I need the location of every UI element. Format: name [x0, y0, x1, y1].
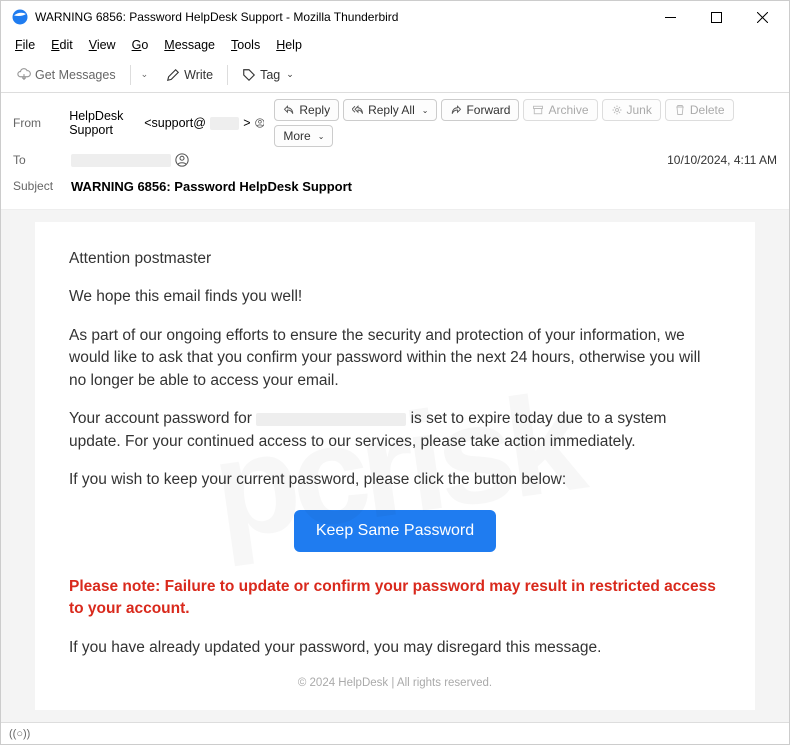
- separator: [227, 65, 228, 85]
- window-controls: [647, 1, 785, 33]
- tag-label: Tag: [260, 68, 280, 82]
- to-value: [71, 153, 657, 167]
- message-timestamp: 10/10/2024, 4:11 AM: [667, 153, 777, 167]
- delete-label: Delete: [690, 103, 725, 117]
- get-messages-dropdown[interactable]: ⌄: [137, 69, 153, 80]
- reply-all-label: Reply All: [368, 103, 415, 117]
- write-button[interactable]: Write: [158, 64, 221, 86]
- more-label: More: [283, 129, 310, 143]
- redacted-account: [256, 413, 406, 426]
- to-label: To: [13, 153, 61, 167]
- intro-line: We hope this email finds you well!: [69, 286, 721, 308]
- menu-edit[interactable]: Edit: [45, 36, 79, 54]
- paragraph-3: If you wish to keep your current passwor…: [69, 469, 721, 491]
- junk-button[interactable]: Junk: [602, 99, 661, 121]
- menubar: File Edit View Go Message Tools Help: [1, 33, 789, 57]
- from-label: From: [13, 116, 59, 130]
- forward-icon: [450, 104, 462, 116]
- warning-text: Please note: Failure to update or confir…: [69, 576, 721, 621]
- from-addr-prefix: <support@: [144, 116, 206, 130]
- menu-message[interactable]: Message: [158, 36, 221, 54]
- trash-icon: [674, 104, 686, 116]
- message-actions: Reply Reply All⌄ Forward Archive Junk De…: [274, 99, 777, 147]
- message-headers: From HelpDesk Support <support@ > Reply R…: [1, 93, 789, 210]
- junk-label: Junk: [627, 103, 652, 117]
- para2-prefix: Your account password for: [69, 410, 256, 427]
- subject-value: WARNING 6856: Password HelpDesk Support: [71, 179, 352, 194]
- paragraph-2: Your account password for is set to expi…: [69, 408, 721, 453]
- close-button[interactable]: [739, 1, 785, 33]
- pencil-icon: [166, 68, 180, 82]
- minimize-button[interactable]: [647, 1, 693, 33]
- archive-label: Archive: [548, 103, 588, 117]
- redacted-domain: [210, 117, 239, 130]
- from-value: HelpDesk Support <support@ >: [69, 109, 264, 137]
- reply-all-button[interactable]: Reply All⌄: [343, 99, 437, 121]
- contact-icon[interactable]: [255, 116, 265, 130]
- delete-button[interactable]: Delete: [665, 99, 734, 121]
- keep-password-button[interactable]: Keep Same Password: [294, 510, 496, 552]
- email-footer: © 2024 HelpDesk | All rights reserved.: [69, 675, 721, 692]
- get-messages-button[interactable]: Get Messages: [9, 64, 124, 86]
- subject-label: Subject: [13, 179, 61, 193]
- reply-icon: [283, 104, 295, 116]
- contact-icon[interactable]: [175, 153, 189, 167]
- maximize-button[interactable]: [693, 1, 739, 33]
- message-body-area: pcrisk Attention postmaster We hope this…: [1, 210, 789, 722]
- tag-icon: [242, 68, 256, 82]
- more-button[interactable]: More⌄: [274, 125, 333, 147]
- menu-go[interactable]: Go: [126, 36, 155, 54]
- archive-button[interactable]: Archive: [523, 99, 597, 121]
- menu-view[interactable]: View: [83, 36, 122, 54]
- forward-label: Forward: [466, 103, 510, 117]
- forward-button[interactable]: Forward: [441, 99, 519, 121]
- tag-button[interactable]: Tag ⌄: [234, 64, 302, 86]
- toolbar: Get Messages ⌄ Write Tag ⌄: [1, 57, 789, 93]
- reply-all-icon: [352, 104, 364, 116]
- activity-indicator-icon: ((○)): [9, 728, 30, 740]
- statusbar: ((○)): [1, 722, 789, 744]
- from-addr-suffix: >: [243, 116, 250, 130]
- reply-label: Reply: [299, 103, 330, 117]
- menu-tools[interactable]: Tools: [225, 36, 266, 54]
- menu-file[interactable]: File: [9, 36, 41, 54]
- separator: [130, 65, 131, 85]
- menu-help[interactable]: Help: [270, 36, 308, 54]
- email-content: Attention postmaster We hope this email …: [35, 222, 755, 710]
- window-title: WARNING 6856: Password HelpDesk Support …: [35, 10, 647, 24]
- cta-container: Keep Same Password: [69, 510, 721, 552]
- get-messages-label: Get Messages: [35, 68, 116, 82]
- archive-icon: [532, 104, 544, 116]
- app-window: WARNING 6856: Password HelpDesk Support …: [0, 0, 790, 745]
- reply-button[interactable]: Reply: [274, 99, 339, 121]
- paragraph-1: As part of our ongoing efforts to ensure…: [69, 325, 721, 392]
- junk-icon: [611, 104, 623, 116]
- write-label: Write: [184, 68, 213, 82]
- redacted-recipient: [71, 154, 171, 167]
- paragraph-4: If you have already updated your passwor…: [69, 637, 721, 659]
- titlebar: WARNING 6856: Password HelpDesk Support …: [1, 1, 789, 33]
- greeting: Attention postmaster: [69, 248, 721, 270]
- app-icon: [11, 8, 29, 26]
- from-name: HelpDesk Support: [69, 109, 140, 137]
- download-cloud-icon: [17, 68, 31, 82]
